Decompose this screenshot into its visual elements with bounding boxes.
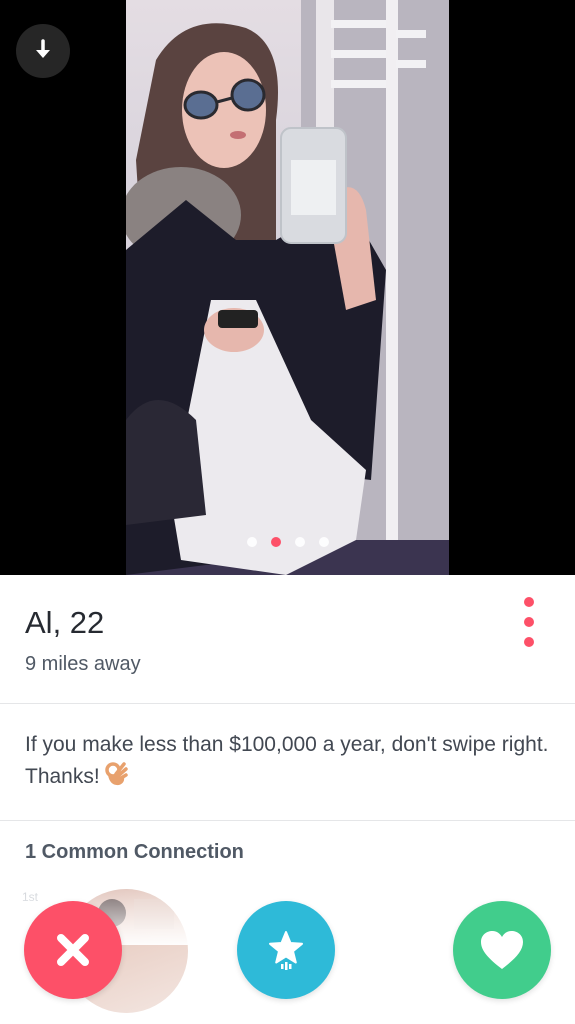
common-connections-heading: 1 Common Connection [25, 841, 244, 863]
like-heart-icon [481, 931, 523, 969]
divider [0, 820, 575, 821]
photo-dot[interactable] [294, 537, 305, 547]
download-button[interactable] [16, 24, 70, 78]
super-like-star-icon [269, 931, 303, 970]
profile-name-age: Al, 22 [25, 605, 105, 640]
download-arrow-icon [36, 39, 50, 58]
photo-dot[interactable] [246, 537, 257, 547]
profile-distance: 9 miles away [25, 653, 141, 675]
super-like-button[interactable] [237, 901, 335, 999]
nope-x-icon [57, 934, 89, 966]
profile-photo-image [126, 0, 449, 575]
more-options-button[interactable] [517, 597, 541, 647]
more-options-icon [524, 597, 534, 607]
ok-hand-emoji [104, 761, 128, 797]
photo-pagination [0, 537, 575, 547]
profile-photo[interactable] [126, 0, 449, 575]
photo-dot-active[interactable] [270, 537, 281, 547]
nope-button[interactable] [24, 901, 122, 999]
profile-bio: If you make less than $100,000 a year, d… [25, 729, 555, 797]
divider [0, 703, 575, 704]
photo-dot[interactable] [318, 537, 329, 547]
like-button[interactable] [453, 901, 551, 999]
profile-photo-area[interactable] [0, 0, 575, 575]
